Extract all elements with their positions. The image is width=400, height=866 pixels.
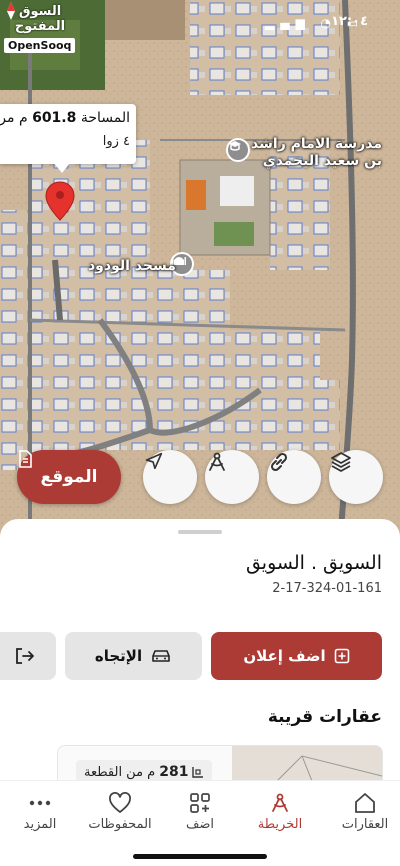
compass-icon[interactable] <box>0 0 22 22</box>
home-indicator <box>133 854 267 859</box>
add-listing-button[interactable]: اضف إعلان <box>211 632 382 680</box>
document-icon <box>19 450 32 468</box>
layers-icon <box>331 452 351 472</box>
add-listing-label: اضف إعلان <box>243 647 326 665</box>
nav-label-more: المزيد <box>23 817 57 832</box>
plot-area-value: 601.8 <box>32 110 77 126</box>
nav-item-more[interactable]: المزيد <box>0 789 80 832</box>
plot-corners: ٤ زوا <box>102 134 130 149</box>
nearby-properties-title: عقارات قريبة <box>267 707 382 727</box>
nav-item-add[interactable]: اضف <box>160 789 240 832</box>
plot-code: 2-17-324-01-161 <box>272 581 382 596</box>
nav-label-properties: العقارات <box>341 817 389 832</box>
directions-label: الإتجاه <box>94 647 143 665</box>
map-icon <box>272 793 288 812</box>
nav-item-map[interactable]: الخريطة <box>240 789 320 832</box>
bottom-navigation: العقارات الخريطة اضف المحفوظات المزيد <box>0 780 400 866</box>
place-title: السويق . السويق <box>245 552 382 574</box>
plot-area-line: المساحة 601.8 م مر <box>0 110 130 126</box>
area-icon <box>192 767 204 778</box>
watermark-english: OpenSooq <box>4 38 76 53</box>
nav-item-saved[interactable]: المحفوظات <box>80 789 160 832</box>
plot-info-card[interactable]: المساحة 601.8 م مر ٤ زوا <box>0 104 136 173</box>
link-icon <box>270 452 288 472</box>
home-icon <box>355 793 375 813</box>
more-icon <box>29 800 51 806</box>
mosque-label: مسجد الودود <box>88 258 176 274</box>
location-button-label: الموقع <box>40 467 98 487</box>
plot-area-unit: م مر <box>0 110 28 126</box>
status-time: ١٢:٠٤ <box>331 14 368 29</box>
add-square-icon <box>334 648 349 664</box>
add-grid-icon <box>190 793 210 813</box>
compass-divider-icon <box>209 452 225 471</box>
directions-button[interactable]: الإتجاه <box>65 632 202 680</box>
school-label: مدرسة الامام راشد بن سعيد اليحمدي <box>251 136 382 169</box>
car-icon <box>152 650 170 662</box>
nav-label-saved: المحفوظات <box>88 817 152 832</box>
nav-label-map: الخريطة <box>257 817 303 832</box>
sheet-drag-handle[interactable] <box>178 530 222 534</box>
measure-button[interactable] <box>205 450 259 504</box>
school-pin-icon[interactable] <box>226 138 250 162</box>
share-arrow-icon <box>16 648 34 664</box>
layers-button[interactable] <box>329 450 383 504</box>
nav-label-add: اضف <box>185 817 215 832</box>
share-button[interactable] <box>0 632 56 680</box>
location-button[interactable]: الموقع <box>17 450 121 504</box>
heart-icon <box>109 792 131 813</box>
nearby-area-text: م من القطعة <box>84 764 156 780</box>
plot-marker-icon[interactable] <box>44 180 76 226</box>
app-screen: ▂▄▆ ◔ ▭ ١٢:٠٤ السوق المفتوح OpenSooq الم… <box>0 0 400 866</box>
my-location-button[interactable] <box>143 450 197 504</box>
plot-area-label: المساحة <box>80 110 130 126</box>
nav-item-properties[interactable]: العقارات <box>325 789 400 832</box>
navigation-arrow-icon <box>145 452 163 470</box>
nearby-area-value: 281 <box>159 764 189 780</box>
share-link-button[interactable] <box>267 450 321 504</box>
satellite-map[interactable]: ▂▄▆ ◔ ▭ ١٢:٠٤ السوق المفتوح OpenSooq الم… <box>0 0 400 545</box>
